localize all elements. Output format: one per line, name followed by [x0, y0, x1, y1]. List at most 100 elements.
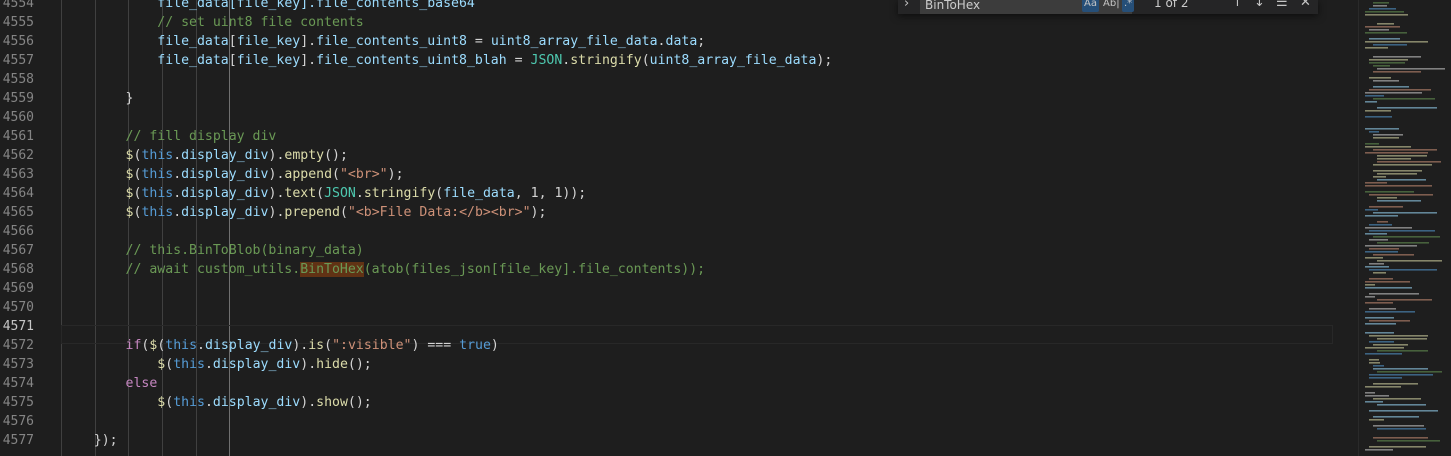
whole-word-toggle[interactable]: Ab| [1101, 0, 1122, 12]
code-token: . [204, 357, 213, 372]
code-token: JSON [324, 186, 356, 201]
code-line[interactable]: $(this.display_div).show(); [62, 393, 1396, 412]
minimap-line [1369, 278, 1393, 280]
code-token: else [125, 376, 158, 391]
minimap-line [1377, 350, 1428, 352]
minimap-line [1365, 227, 1412, 229]
code-token: uint8_array_file_data [649, 53, 817, 68]
minimap-line [1365, 257, 1383, 259]
chevron-right-icon[interactable]: › [904, 0, 909, 11]
minimap-line [1373, 164, 1432, 166]
code-line[interactable]: else [62, 374, 1396, 393]
code-line[interactable]: }); [62, 431, 1396, 450]
minimap-line [1369, 263, 1384, 265]
code-token: empty [284, 148, 325, 163]
line-number: 4562 [2, 148, 34, 163]
code-token: (atob(files_json[file_key].file_contents… [363, 262, 706, 277]
code-line[interactable]: $(this.display_div).empty(); [62, 146, 1396, 165]
minimap-line [1373, 80, 1399, 82]
code-line[interactable] [62, 317, 1396, 336]
code-token: ; [697, 34, 706, 49]
code-token: file_contents_base64 [316, 0, 475, 11]
code-token: ( [324, 338, 333, 353]
code-token: }); [62, 433, 118, 448]
code-token: , [514, 186, 531, 201]
find-in-selection-icon[interactable]: ☰ [1276, 0, 1288, 10]
minimap-line [1369, 89, 1431, 91]
match-case-toggle[interactable]: Aa [1082, 0, 1099, 12]
code-line[interactable] [62, 279, 1396, 298]
code-token: ); [530, 205, 547, 220]
code-line[interactable] [62, 108, 1396, 127]
code-line[interactable]: } [62, 89, 1396, 108]
code-editor[interactable]: 4554 file_data[file_key].file_contents_b… [0, 0, 1451, 456]
code-token: (); [324, 148, 348, 163]
code-token: ). [268, 148, 285, 163]
minimap[interactable] [1358, 0, 1451, 456]
code-line[interactable]: if($(this.display_div).is(":visible") ==… [62, 336, 1396, 355]
minimap-line [1365, 47, 1388, 49]
code-line[interactable]: $(this.display_div).hide(); [62, 355, 1396, 374]
minimap-line [1365, 92, 1422, 94]
code-line[interactable]: $(this.display_div).append("<br>"); [62, 165, 1396, 184]
line-number: 4556 [2, 34, 34, 49]
regex-toggle[interactable]: .* [1122, 0, 1135, 12]
minimap-line [1373, 425, 1424, 427]
code-line[interactable] [62, 222, 1396, 241]
code-token: } [62, 91, 134, 106]
arrow-up-icon[interactable]: ↑ [1232, 0, 1243, 10]
minimap-line [1365, 401, 1383, 403]
code-line[interactable]: file_data[file_key].file_contents_uint8 … [62, 32, 1396, 51]
arrow-down-icon[interactable]: ↓ [1254, 0, 1265, 10]
minimap-line [1373, 437, 1428, 439]
minimap-line [1365, 386, 1401, 388]
code-token: ( [165, 395, 174, 410]
code-token: display_div [212, 357, 301, 372]
close-icon[interactable]: ✕ [1300, 0, 1311, 10]
code-token: "<b>File Data:</b><br>" [347, 205, 531, 220]
line-number: 4554 [2, 0, 34, 11]
line-number: 4575 [2, 395, 34, 410]
line-number: 4570 [2, 300, 34, 315]
minimap-line [1365, 146, 1411, 148]
minimap-line [1369, 206, 1403, 208]
line-number: 4558 [2, 72, 34, 87]
code-line[interactable] [62, 70, 1396, 89]
line-number: 4565 [2, 205, 34, 220]
code-line[interactable]: // this.BinToBlob(binary_data) [62, 241, 1396, 260]
code-token: // fill display div [62, 129, 277, 144]
code-token: ]. [300, 34, 317, 49]
minimap-line [1377, 404, 1426, 406]
code-line[interactable]: $(this.display_div).text(JSON.stringify(… [62, 184, 1396, 203]
code-token: display_div [181, 148, 269, 163]
minimap-line [1377, 197, 1397, 199]
code-line[interactable] [62, 412, 1396, 431]
code-line[interactable]: // set uint8 file contents [62, 13, 1396, 32]
minimap-line [1369, 377, 1402, 379]
minimap-line [1365, 101, 1377, 103]
code-token: append [284, 167, 333, 182]
minimap-line [1373, 170, 1422, 172]
minimap-line [1365, 311, 1415, 313]
code-token: . [657, 34, 666, 49]
code-line[interactable]: // await custom_utils.BinToHex(atob(file… [62, 260, 1396, 279]
minimap-line [1373, 416, 1419, 418]
minimap-line [1369, 248, 1399, 250]
minimap-line [1365, 353, 1402, 355]
minimap-line [1369, 194, 1433, 196]
code-line[interactable]: $(this.display_div).prepend("<b>File Dat… [62, 203, 1396, 222]
minimap-line [1377, 428, 1426, 430]
code-token: . [173, 186, 182, 201]
code-line[interactable]: file_data[file_key].file_contents_uint8_… [62, 51, 1396, 70]
code-line[interactable]: // fill display div [62, 127, 1396, 146]
code-line[interactable] [62, 298, 1396, 317]
minimap-line [1377, 440, 1440, 442]
code-token: . [204, 395, 213, 410]
minimap-line [1377, 221, 1388, 223]
code-token: . [173, 148, 182, 163]
minimap-line [1373, 134, 1403, 136]
